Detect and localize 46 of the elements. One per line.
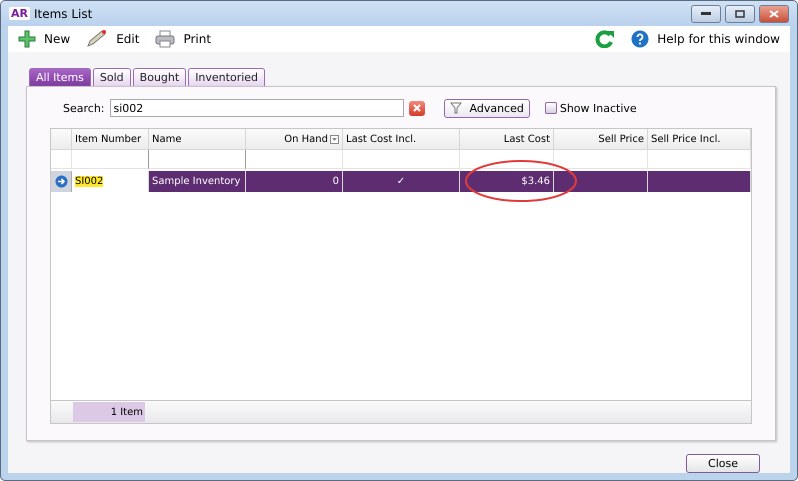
tab[interactable]: All Items <box>29 68 91 86</box>
window-title: Items List <box>34 6 94 20</box>
edit-button[interactable]: Edit <box>86 30 140 48</box>
table-cell: ✓ <box>343 171 460 192</box>
window-close-button[interactable] <box>759 4 789 22</box>
printer-icon <box>155 30 176 48</box>
new-button[interactable]: New <box>18 30 70 48</box>
tab[interactable]: Bought <box>132 68 186 86</box>
filter-cell[interactable] <box>72 150 149 169</box>
arrow-right-icon <box>54 175 68 188</box>
minimize-button[interactable] <box>691 4 721 22</box>
help-icon <box>631 30 650 48</box>
column-header[interactable]: Last Cost Incl. <box>343 129 460 150</box>
refresh-icon[interactable] <box>595 30 616 48</box>
table-cell: SI002 <box>72 171 149 192</box>
row-selector-header <box>51 129 72 150</box>
print-button[interactable]: Print <box>155 30 212 48</box>
funnel-icon <box>450 102 462 114</box>
column-header[interactable]: Name <box>149 129 246 150</box>
column-header[interactable]: On Hand <box>246 129 343 150</box>
filter-cell[interactable] <box>149 150 246 169</box>
minimize-icon <box>701 12 711 16</box>
advanced-button[interactable]: Advanced <box>444 98 530 118</box>
close-icon <box>412 104 420 112</box>
column-header[interactable]: Item Number <box>72 129 149 150</box>
clear-button[interactable] <box>408 100 424 116</box>
plus-icon <box>18 30 36 48</box>
search-field[interactable]: si002 <box>110 99 404 117</box>
table-cell: $3.46 <box>460 171 554 192</box>
close-dialog-button[interactable]: Close <box>686 454 760 473</box>
filter-icon[interactable] <box>330 134 339 144</box>
column-header[interactable]: Last Cost <box>460 129 554 150</box>
maximize-button[interactable] <box>725 4 755 22</box>
pencil-icon <box>86 30 108 48</box>
item-count: 1 Item <box>73 402 145 422</box>
app-logo: AR <box>9 7 30 20</box>
search-label: Search: <box>63 102 104 114</box>
column-header[interactable]: Sell Price <box>554 129 648 150</box>
help-button[interactable]: Help for this window <box>631 30 780 48</box>
close-icon <box>769 10 779 18</box>
column-header[interactable]: Sell Price Incl. <box>648 129 751 150</box>
maximize-icon <box>735 10 745 18</box>
tab[interactable]: Sold <box>92 68 131 86</box>
table-cell: Sample Inventory <box>149 171 246 192</box>
table-cell: 0 <box>246 171 343 192</box>
tab[interactable]: Inventoried <box>188 68 266 86</box>
